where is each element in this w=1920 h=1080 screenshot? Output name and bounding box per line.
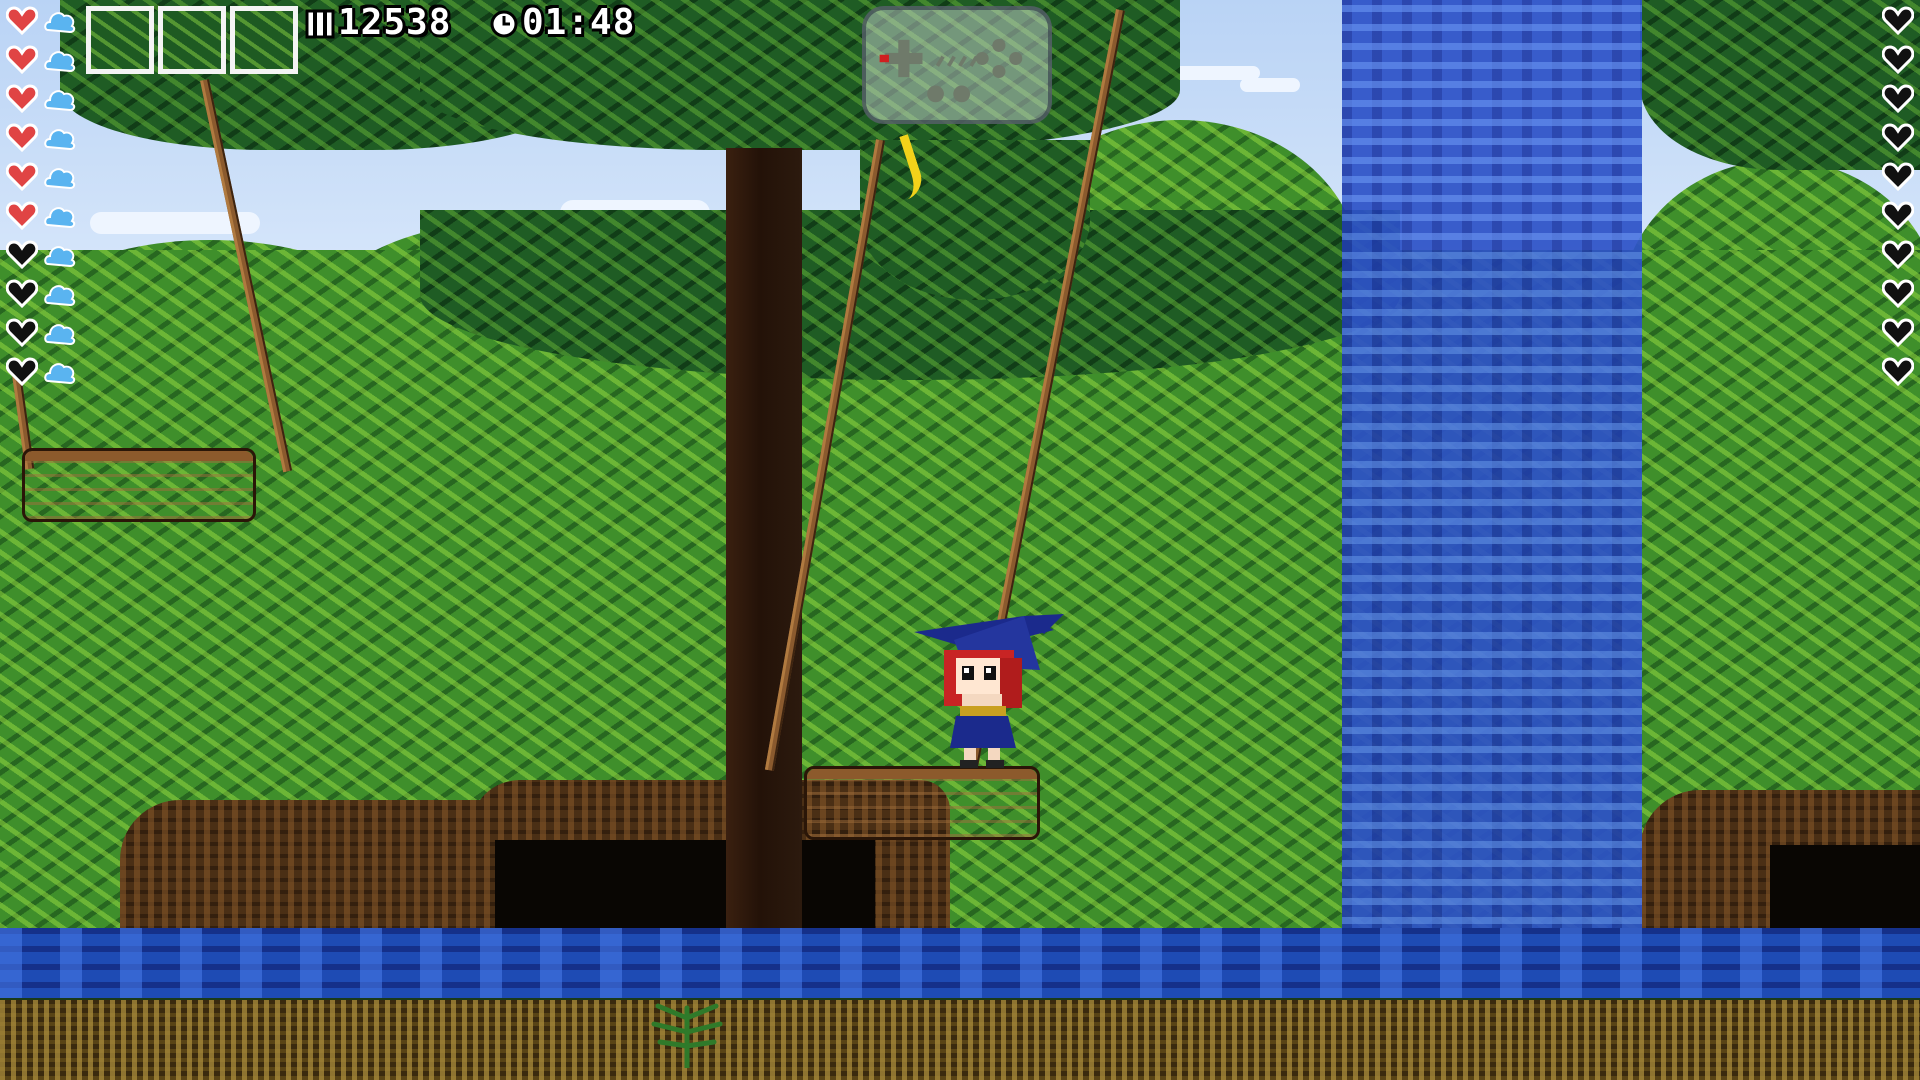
heart-icon bbox=[6, 162, 38, 191]
heart-icon bbox=[6, 123, 38, 152]
boss-heart-icon bbox=[1882, 84, 1914, 113]
boss-heart-icon bbox=[1882, 45, 1914, 74]
mana-icon bbox=[44, 246, 76, 268]
mana-icon bbox=[44, 90, 76, 112]
mana-icon bbox=[44, 285, 76, 307]
boss-heart-icon bbox=[1882, 357, 1914, 386]
tree-canopy bbox=[1640, 0, 1920, 170]
river bbox=[0, 928, 1920, 1006]
cave-opening bbox=[495, 840, 875, 930]
heart-icon bbox=[6, 318, 38, 347]
item-slot-2 bbox=[158, 6, 226, 74]
boss-heart-icon bbox=[1882, 240, 1914, 269]
ground-dirt bbox=[0, 1000, 1920, 1080]
cave-opening bbox=[1770, 845, 1920, 930]
waterfall bbox=[1342, 0, 1642, 1000]
mana-icon bbox=[44, 363, 76, 385]
boss-health-hearts bbox=[1882, 6, 1914, 386]
level-timer: 01:48 bbox=[522, 2, 636, 43]
heart-icon bbox=[6, 45, 38, 74]
dirt-ledge bbox=[120, 800, 520, 930]
heart-icon bbox=[6, 201, 38, 230]
boss-heart-icon bbox=[1882, 279, 1914, 308]
boss-heart-icon bbox=[1882, 123, 1914, 152]
game-viewport: 12538 01:48 bbox=[0, 0, 1920, 1080]
heart-icon bbox=[6, 357, 38, 386]
heart-icon bbox=[6, 240, 38, 269]
mana-gauge bbox=[44, 6, 76, 386]
tree-trunk bbox=[726, 148, 802, 930]
player-character bbox=[914, 614, 1064, 768]
item-slot-1 bbox=[86, 6, 154, 74]
boss-heart-icon bbox=[1882, 201, 1914, 230]
mana-icon bbox=[44, 129, 76, 151]
mana-icon bbox=[44, 168, 76, 190]
item-slot-3 bbox=[230, 6, 298, 74]
mana-icon bbox=[44, 51, 76, 73]
heart-icon bbox=[6, 279, 38, 308]
coin-icon bbox=[305, 9, 335, 39]
clock-icon bbox=[490, 10, 518, 38]
hanging-log-platform bbox=[22, 448, 256, 522]
heart-icon bbox=[6, 6, 38, 35]
mana-icon bbox=[44, 324, 76, 346]
heart-icon bbox=[6, 84, 38, 113]
fern-plant bbox=[651, 1003, 723, 1068]
gamepad-icon bbox=[862, 6, 1052, 124]
boss-heart-icon bbox=[1882, 6, 1914, 35]
coin-counter: 12538 bbox=[338, 2, 452, 43]
boss-heart-icon bbox=[1882, 318, 1914, 347]
mana-icon bbox=[44, 207, 76, 229]
boss-heart-icon bbox=[1882, 162, 1914, 191]
cloud bbox=[1240, 78, 1300, 92]
mana-icon bbox=[44, 12, 76, 34]
health-hearts bbox=[6, 6, 38, 386]
hanging-log-platform bbox=[804, 766, 1040, 840]
